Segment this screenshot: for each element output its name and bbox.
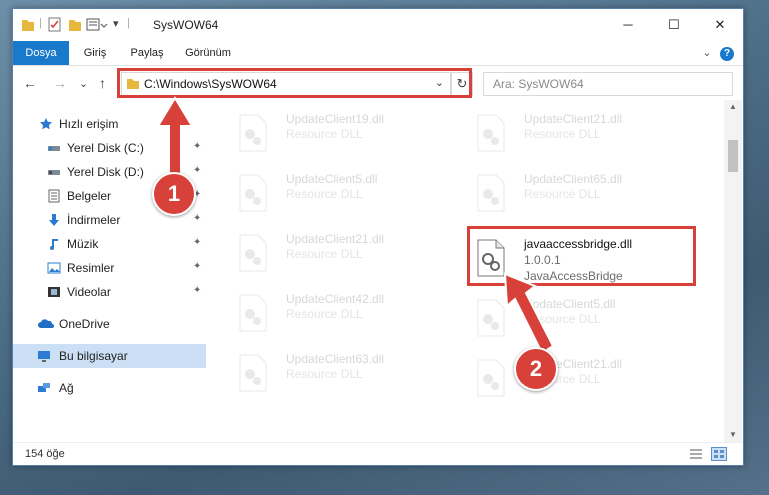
window-title: SysWOW64 <box>153 18 219 32</box>
sidebar-item-onedrive[interactable]: OneDrive <box>13 312 206 336</box>
dll-file-icon <box>239 354 267 392</box>
tab-share[interactable]: Paylaş <box>123 41 171 65</box>
dll-file-icon <box>239 294 267 332</box>
tab-home[interactable]: Giriş <box>75 41 115 65</box>
file-tile[interactable]: UpdateClient63.dll Resource DLL <box>228 350 448 400</box>
pin-icon: ✦ <box>193 285 202 296</box>
vertical-scrollbar[interactable]: ▲ ▼ <box>724 100 742 442</box>
videos-icon <box>48 287 60 297</box>
quick-access-dropdown-icon[interactable]: ▾ <box>113 17 119 33</box>
folder-icon <box>22 20 34 31</box>
drive-icon <box>48 170 60 175</box>
minimize-button[interactable]: ─ <box>605 9 651 41</box>
computer-icon <box>38 351 50 362</box>
pictures-icon <box>47 262 61 274</box>
sidebar-item-label: Yerel Disk (D:) <box>67 165 144 179</box>
file-name: UpdateClient63.dll <box>286 352 385 366</box>
ribbon-tabs: Dosya Giriş Paylaş Görünüm ⌄ ? <box>13 41 743 66</box>
search-input[interactable]: Ara: SysWOW64 <box>483 72 733 96</box>
scroll-up-icon[interactable]: ▲ <box>729 102 737 111</box>
file-type: Resource DLL <box>524 187 601 201</box>
properties-icon[interactable] <box>48 17 62 33</box>
sidebar-item-label: Yerel Disk (C:) <box>67 141 144 155</box>
sidebar-item-label: İndirmeler <box>67 213 121 227</box>
maximize-button[interactable]: ☐ <box>651 9 697 41</box>
dll-file-icon <box>477 114 505 152</box>
item-count: 154 öğe <box>25 448 65 460</box>
file-name: UpdateClient19.dll <box>286 112 385 126</box>
file-type: Resource DLL <box>286 247 363 261</box>
file-type: Resource DLL <box>286 187 363 201</box>
file-type: Resource DLL <box>286 307 363 321</box>
close-button[interactable]: ✕ <box>697 9 743 41</box>
file-type: Resource DLL <box>524 127 601 141</box>
sidebar-item-label: OneDrive <box>59 317 110 331</box>
documents-icon <box>48 189 60 203</box>
file-type: Resource DLL <box>286 367 363 381</box>
sidebar-item-pictures[interactable]: Resimler ✦ <box>13 256 206 280</box>
pin-icon: ✦ <box>193 213 202 224</box>
forward-button[interactable]: → <box>53 75 67 91</box>
sidebar-item-label: Ağ <box>59 381 74 395</box>
star-icon <box>40 118 52 130</box>
status-bar: 154 öğe <box>13 442 743 465</box>
up-button[interactable]: ↑ <box>99 75 106 91</box>
dll-file-icon <box>239 174 267 212</box>
tab-view[interactable]: Görünüm <box>179 41 237 65</box>
pin-icon: ✦ <box>193 237 202 248</box>
tab-file[interactable]: Dosya <box>13 41 69 65</box>
dll-file-icon <box>239 114 267 152</box>
scroll-down-icon[interactable]: ▼ <box>729 430 737 439</box>
scroll-thumb[interactable] <box>728 140 738 172</box>
sidebar-item-label: Müzik <box>67 237 99 251</box>
help-button[interactable]: ? <box>719 41 735 65</box>
file-name: UpdateClient42.dll <box>286 292 385 306</box>
ribbon-expand-icon[interactable]: ⌄ <box>699 41 715 65</box>
step-2-badge: 2 <box>514 347 558 391</box>
details-view-icon[interactable] <box>689 448 703 460</box>
recent-locations-button[interactable]: ⌄ <box>79 77 88 90</box>
music-icon <box>50 239 58 250</box>
file-tile[interactable]: UpdateClient42.dll Resource DLL <box>228 290 448 340</box>
sidebar-item-label: Bu bilgisayar <box>59 349 128 363</box>
cloud-icon <box>38 319 54 328</box>
sidebar-item-videos[interactable]: Videolar ✦ <box>13 280 206 304</box>
dll-file-icon <box>239 234 267 272</box>
back-button[interactable]: ← <box>23 75 37 91</box>
file-tile[interactable]: UpdateClient21.dll Resource DLL <box>228 230 448 280</box>
file-name: UpdateClient65.dll <box>524 172 623 186</box>
sidebar-item-music[interactable]: Müzik ✦ <box>13 232 206 256</box>
new-folder-icon[interactable] <box>68 17 82 33</box>
file-name: UpdateClient5.dll <box>286 172 378 186</box>
sidebar-item-label: Resimler <box>67 261 115 275</box>
file-name: UpdateClient21.dll <box>286 232 385 246</box>
sidebar-item-network[interactable]: Ağ <box>13 376 206 400</box>
step-1-badge: 1 <box>152 172 196 216</box>
file-tile[interactable]: UpdateClient21.dll Resource DLL <box>466 110 686 160</box>
sidebar-item-label: Belgeler <box>67 189 112 203</box>
drive-icon <box>48 146 60 151</box>
file-tile[interactable]: UpdateClient65.dll Resource DLL <box>466 170 686 220</box>
help-icon: ? <box>720 47 734 61</box>
customize-toolbar-icon[interactable] <box>86 17 108 33</box>
sidebar-item-label: Videolar <box>67 285 111 299</box>
file-type: Resource DLL <box>286 127 363 141</box>
tiles-view-icon[interactable] <box>711 447 727 461</box>
dll-file-icon <box>477 174 505 212</box>
title-bar: | ▾ | SysWOW64 ─ ☐ ✕ <box>13 9 743 41</box>
file-tile[interactable]: UpdateClient5.dll Resource DLL <box>228 170 448 220</box>
file-name: UpdateClient21.dll <box>524 112 623 126</box>
pin-icon: ✦ <box>193 261 202 272</box>
search-placeholder: Ara: SysWOW64 <box>493 77 584 91</box>
sidebar-item-this-pc[interactable]: Bu bilgisayar <box>13 344 206 368</box>
network-icon <box>38 383 50 392</box>
file-tile[interactable]: UpdateClient19.dll Resource DLL <box>228 110 448 160</box>
sidebar-item-label: Hızlı erişim <box>59 117 119 131</box>
download-icon <box>49 214 59 226</box>
